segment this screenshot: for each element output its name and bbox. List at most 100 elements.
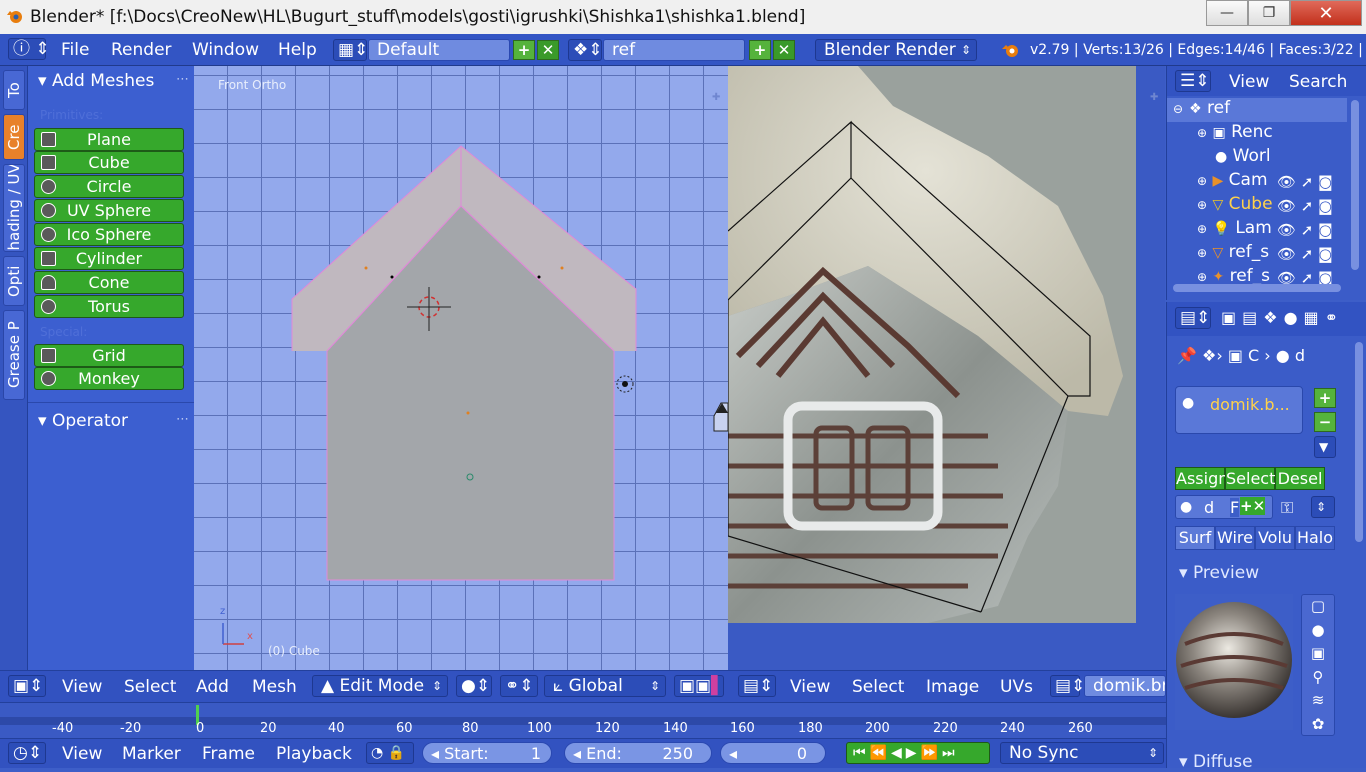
add-torus-button[interactable]: Torus bbox=[34, 295, 184, 318]
type-wire[interactable]: Wire bbox=[1215, 526, 1255, 550]
outliner-hscrollbar[interactable] bbox=[1173, 284, 1341, 292]
add-cube-button[interactable]: Cube bbox=[34, 151, 184, 174]
layer-buttons[interactable]: ▣▣▌ bbox=[674, 675, 724, 697]
select-button[interactable]: Select bbox=[1225, 467, 1275, 490]
scene-field[interactable]: ref bbox=[603, 39, 745, 61]
add-ico-sphere-button[interactable]: Ico Sphere bbox=[34, 223, 184, 246]
editor-type-icon[interactable]: ▤⇕ bbox=[738, 675, 776, 697]
orientation-select[interactable]: ⟀ Global ⇕ bbox=[544, 675, 666, 697]
tab-create[interactable]: Cre bbox=[3, 114, 25, 160]
add-plane-button[interactable]: Plane bbox=[34, 128, 184, 151]
close-button[interactable]: ✕ bbox=[1290, 0, 1362, 26]
minimize-button[interactable]: — bbox=[1206, 0, 1248, 26]
editor-type-icon[interactable]: ▤⇕ bbox=[1175, 307, 1211, 329]
add-cylinder-button[interactable]: Cylinder bbox=[34, 247, 184, 270]
3d-viewport[interactable]: Front Ortho x z (0) Cube ✚ bbox=[194, 66, 728, 670]
editor-type-icon[interactable]: ◷⇕ bbox=[8, 742, 46, 764]
editor-type-icon[interactable]: ☰⇕ bbox=[1175, 70, 1211, 92]
preview-header[interactable]: ▾ Preview bbox=[1179, 563, 1259, 583]
tab-grease-pencil[interactable]: Grease P bbox=[3, 310, 25, 400]
remove-layout-button[interactable]: ✕ bbox=[537, 40, 559, 60]
outliner-item-scene[interactable]: ⊖ ❖ ref bbox=[1167, 98, 1347, 122]
properties-scrollbar[interactable] bbox=[1355, 342, 1363, 542]
mesh-house[interactable] bbox=[194, 66, 728, 670]
layout-icon[interactable]: ▦⇕ bbox=[333, 39, 368, 61]
view3d-menu-view[interactable]: View bbox=[62, 677, 102, 697]
editor-type-icon[interactable]: ▣⇕ bbox=[8, 675, 46, 697]
tab-options[interactable]: Opti bbox=[3, 256, 25, 306]
scene-icon[interactable]: ❖⇕ bbox=[568, 39, 602, 61]
material-type-tabs[interactable]: Surf Wire Volu Halo bbox=[1175, 526, 1335, 550]
image-menu-uvs[interactable]: UVs bbox=[1000, 677, 1033, 697]
image-browse-icon[interactable]: ▤⇕ bbox=[1050, 675, 1085, 697]
menu-help[interactable]: Help bbox=[278, 40, 317, 60]
outliner-menu-view[interactable]: View bbox=[1229, 72, 1269, 92]
type-volume[interactable]: Volu bbox=[1255, 526, 1295, 550]
add-circle-button[interactable]: Circle bbox=[34, 175, 184, 198]
shading-select[interactable]: ●⇕ bbox=[456, 675, 492, 697]
outliner-item-world[interactable]: ● Worl bbox=[1167, 146, 1347, 170]
layout-field[interactable]: Default bbox=[368, 39, 510, 61]
start-frame-field[interactable]: ◂ Start: 1 bbox=[422, 742, 552, 764]
add-uv-sphere-button[interactable]: UV Sphere bbox=[34, 199, 184, 222]
timeline[interactable]: -40 -20 0 20 40 60 80 100 120 140 160 18… bbox=[0, 702, 1166, 738]
image-menu-view[interactable]: View bbox=[790, 677, 830, 697]
mode-select[interactable]: ▲ Edit Mode ⇕ bbox=[312, 675, 448, 697]
timeline-menu-view[interactable]: View bbox=[62, 744, 102, 764]
timeline-menu-playback[interactable]: Playback bbox=[276, 744, 352, 764]
menu-render[interactable]: Render bbox=[111, 40, 172, 60]
image-editor[interactable]: ✚ bbox=[728, 66, 1165, 670]
drag-handle-icon[interactable]: ⋯ bbox=[176, 412, 189, 427]
view3d-menu-add[interactable]: Add bbox=[196, 677, 229, 697]
tab-shading-uvs[interactable]: Shading / UVs bbox=[3, 164, 25, 252]
add-layout-button[interactable]: + bbox=[513, 40, 535, 60]
image-menu-select[interactable]: Select bbox=[852, 677, 904, 697]
add-monkey-button[interactable]: Monkey bbox=[34, 367, 184, 390]
tab-tools[interactable]: To bbox=[3, 70, 25, 110]
add-cone-button[interactable]: Cone bbox=[34, 271, 184, 294]
drag-handle-icon[interactable]: ⋯ bbox=[176, 72, 189, 87]
end-frame-field[interactable]: ◂ End: 250 bbox=[564, 742, 712, 764]
view3d-menu-select[interactable]: Select bbox=[124, 677, 176, 697]
add-grid-button[interactable]: Grid bbox=[34, 344, 184, 367]
material-name-field[interactable]: d bbox=[1204, 498, 1214, 517]
add-scene-button[interactable]: + bbox=[749, 40, 771, 60]
visibility-icons[interactable]: 👁 ➚ ◙ 👁 ➚ ◙ 👁 ➚ ◙ 👁 ➚ ◙ 👁 ➚ ◙ bbox=[1277, 170, 1347, 290]
assign-button[interactable]: Assign bbox=[1175, 467, 1228, 490]
timeline-menu-frame[interactable]: Frame bbox=[202, 744, 255, 764]
new-material-button[interactable]: +✕ bbox=[1240, 497, 1266, 515]
render-engine-select[interactable]: Blender Render ⇕ bbox=[815, 39, 977, 61]
add-meshes-header[interactable]: ▾ Add Meshes bbox=[38, 71, 154, 91]
editor-type-icon[interactable]: ⓘ ⇕ bbox=[8, 38, 50, 60]
deselect-button[interactable]: Desel bbox=[1275, 467, 1325, 490]
context-tabs[interactable]: ▣▤❖●▦⚭ bbox=[1221, 308, 1344, 327]
view3d-menu-mesh[interactable]: Mesh bbox=[252, 677, 297, 697]
menu-window[interactable]: Window bbox=[192, 40, 259, 60]
remove-scene-button[interactable]: ✕ bbox=[773, 40, 795, 60]
operator-header[interactable]: ▾ Operator bbox=[38, 411, 128, 431]
outliner-scrollbar[interactable] bbox=[1351, 100, 1359, 270]
outliner-item-render[interactable]: ⊕ ▣ Renc bbox=[1167, 122, 1347, 146]
type-halo[interactable]: Halo bbox=[1295, 526, 1335, 550]
material-datablock[interactable]: ● d F +✕ bbox=[1175, 495, 1273, 519]
slot-specials-button[interactable]: ▼ bbox=[1314, 436, 1336, 458]
fake-user-button[interactable]: F bbox=[1230, 498, 1240, 517]
sync-select[interactable]: No Sync ⇕ bbox=[1000, 742, 1164, 764]
outliner-menu-search[interactable]: Search bbox=[1289, 72, 1347, 92]
image-menu-image[interactable]: Image bbox=[926, 677, 979, 697]
type-surface[interactable]: Surf bbox=[1175, 526, 1215, 550]
area-split-icon[interactable]: ✚ bbox=[1150, 92, 1158, 103]
material-slot-name[interactable]: domik.b... bbox=[1210, 395, 1290, 414]
keying-icons[interactable]: ◔ 🔒 bbox=[366, 742, 414, 764]
playback-controls[interactable]: ⏮⏪◀▶⏩⏭ bbox=[846, 742, 990, 764]
menu-file[interactable]: File bbox=[61, 40, 89, 60]
timeline-menu-marker[interactable]: Marker bbox=[122, 744, 181, 764]
node-icon[interactable]: ⚿ bbox=[1281, 498, 1293, 518]
maximize-button[interactable]: ❐ bbox=[1248, 0, 1290, 26]
browse-button[interactable]: ⇕ bbox=[1311, 496, 1335, 518]
current-frame-field[interactable]: ◂ 0 bbox=[720, 742, 826, 764]
pivot-select[interactable]: ⚭⇕ bbox=[500, 675, 538, 697]
image-name-field[interactable]: domik.br bbox=[1084, 675, 1166, 697]
preview-type-buttons[interactable]: ▢ ● ▣ ⚲ ≋ ✿ bbox=[1301, 594, 1335, 736]
add-slot-button[interactable]: + bbox=[1314, 388, 1336, 408]
